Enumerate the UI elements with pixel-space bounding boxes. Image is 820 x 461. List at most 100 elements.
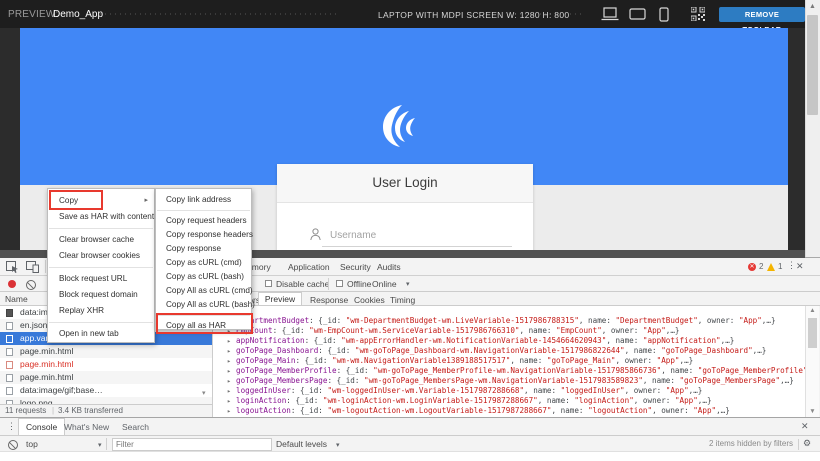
tab-cookies[interactable]: Cookies <box>354 295 385 305</box>
json-scroll-thumb[interactable] <box>808 318 817 348</box>
image-file-icon <box>6 309 13 317</box>
tab-search[interactable]: Search <box>122 422 149 432</box>
summary-divider: | <box>52 405 54 417</box>
menu-item-clear-cookies[interactable]: Clear browser cookies <box>48 248 154 264</box>
menu-item-copy-as-curl-cmd[interactable]: Copy as cURL (cmd) <box>156 256 251 270</box>
screenshot-root: PREVIEW: Demo_App LAPTOP WITH MDPI SCREE… <box>0 0 820 461</box>
menu-item-copy-all-as-curl-bash[interactable]: Copy All as cURL (bash) <box>156 298 251 312</box>
throttling-caret-icon[interactable]: ▾ <box>406 280 410 288</box>
file-icon <box>6 387 13 395</box>
device-toolbar-icon[interactable] <box>26 261 39 273</box>
laptop-icon[interactable] <box>601 7 619 22</box>
file-icon <box>6 348 13 356</box>
file-icon <box>6 374 13 382</box>
request-count: 11 requests <box>5 405 46 417</box>
menu-item-clear-cache[interactable]: Clear browser cache <box>48 232 154 248</box>
preview-label: PREVIEW: <box>8 9 58 20</box>
annotation-highlight-copy-all-as-har <box>156 313 253 334</box>
hidden-items-info: 2 items hidden by filters <box>0 439 793 448</box>
offline-checkbox[interactable] <box>336 280 343 287</box>
menu-separator <box>49 322 153 323</box>
menu-item-save-har[interactable]: Save as HAR with content <box>48 209 154 225</box>
file-icon <box>6 361 13 369</box>
json-line[interactable]: ▸goToPage_Dashboard: {_id: "wm-goToPage_… <box>213 346 805 356</box>
json-scroll-up-icon[interactable]: ▲ <box>806 307 819 314</box>
app-name: Demo_App <box>53 9 103 20</box>
json-line[interactable]: ▸loggedInUser: {_id: "wm-loggedInUser-wm… <box>213 386 805 396</box>
tab-application[interactable]: Application <box>288 262 330 272</box>
disable-cache-checkbox[interactable] <box>265 280 272 287</box>
menu-separator <box>49 267 153 268</box>
error-badge-icon[interactable]: ✕ <box>748 263 756 271</box>
json-line[interactable]: ▸logoutAction: {_id: "wm-logoutAction-wm… <box>213 406 805 416</box>
preview-toolbar: PREVIEW: Demo_App LAPTOP WITH MDPI SCREE… <box>0 0 805 28</box>
login-title: User Login <box>277 164 533 202</box>
menu-item-copy-response[interactable]: Copy response <box>156 242 251 256</box>
warning-count[interactable]: 1 <box>778 262 782 271</box>
json-line[interactable]: ▸goToPage_MemberProfile: {_id: "wm-goToP… <box>213 366 805 376</box>
request-row[interactable]: data:image/gif;base… <box>0 384 212 397</box>
tab-console[interactable]: Console <box>18 418 65 435</box>
request-row-error[interactable]: page.min.html <box>0 358 212 371</box>
record-network-log-icon[interactable] <box>8 280 16 288</box>
copy-submenu: Copy link address Copy request headers C… <box>155 188 252 330</box>
inspect-element-icon[interactable] <box>6 261 19 273</box>
name-column-header[interactable]: Name <box>5 294 28 304</box>
menu-item-copy-request-headers[interactable]: Copy request headers <box>156 214 251 228</box>
throttling-dropdown[interactable]: Online <box>372 279 397 289</box>
tab-security[interactable]: Security <box>340 262 371 272</box>
canvas-left-margin <box>0 28 20 258</box>
json-line[interactable]: ▸DepartmentBudget: {_id: "wm-DepartmentB… <box>213 316 805 326</box>
clear-network-icon[interactable] <box>26 280 36 290</box>
tab-whats-new[interactable]: What's New <box>64 422 109 432</box>
menu-item-block-domain[interactable]: Block request domain <box>48 287 154 303</box>
scrollbar-up-arrow[interactable]: ▲ <box>805 1 820 13</box>
json-line[interactable]: ▸goToPage_MembersPage: {_id: "wm-goToPag… <box>213 376 805 386</box>
json-line[interactable]: ▸EmpCount: {_id: "wm-EmpCount-wm.Service… <box>213 326 805 336</box>
json-line[interactable]: ▸loginAction: {_id: "wm-loginAction-wm.L… <box>213 396 805 406</box>
username-underline <box>322 246 512 247</box>
transferred-size: 3.4 KB transferred <box>58 405 123 417</box>
request-row[interactable]: page.min.html <box>0 371 212 384</box>
menu-item-open-new-tab[interactable]: Open in new tab <box>48 326 154 342</box>
menu-item-copy-link-address[interactable]: Copy link address <box>156 193 251 207</box>
json-line[interactable]: ▸goToPage_Main: {_id: "wm-wm.NavigationV… <box>213 356 805 366</box>
console-settings-gear-icon[interactable]: ⚙ <box>803 438 811 449</box>
menu-item-copy-as-curl-bash[interactable]: Copy as cURL (bash) <box>156 270 251 284</box>
tab-response[interactable]: Response <box>310 295 348 305</box>
menu-item-copy-all-as-curl-cmd[interactable]: Copy All as cURL (cmd) <box>156 284 251 298</box>
error-count[interactable]: 2 <box>759 262 763 271</box>
toolbar-divider <box>45 260 46 273</box>
wavemaker-logo <box>382 103 426 149</box>
tab-audits[interactable]: Audits <box>377 262 401 272</box>
filelist-scroll-down-icon[interactable]: ▾ <box>202 389 206 397</box>
toolbar-divider <box>328 278 329 290</box>
file-icon <box>6 322 13 330</box>
menu-item-copy-response-headers[interactable]: Copy response headers <box>156 228 251 242</box>
phone-icon[interactable] <box>659 7 669 22</box>
tablet-icon[interactable] <box>629 7 647 22</box>
drawer-close-icon[interactable]: ✕ <box>801 421 809 432</box>
json-scroll-down-icon[interactable]: ▼ <box>806 408 819 415</box>
json-line[interactable]: ▸appNotification: {_id: "wm-appErrorHand… <box>213 336 805 346</box>
menu-item-replay-xhr[interactable]: Replay XHR <box>48 303 154 319</box>
drawer-menu-icon[interactable]: ⋮ <box>7 421 16 432</box>
request-row[interactable]: page.min.html <box>0 345 212 358</box>
file-icon <box>6 335 13 343</box>
menu-separator <box>49 228 153 229</box>
remove-toolbar-button[interactable]: REMOVE TOOLBAR <box>719 7 805 22</box>
tab-timing[interactable]: Timing <box>390 295 415 305</box>
warning-badge-icon[interactable] <box>767 263 775 271</box>
devtools-close-icon[interactable]: ✕ <box>796 261 804 272</box>
user-icon <box>310 228 321 241</box>
scrollbar-thumb[interactable] <box>807 15 818 115</box>
submenu-arrow-icon: ▸ <box>144 193 148 209</box>
menu-item-block-url[interactable]: Block request URL <box>48 271 154 287</box>
devtools-menu-icon[interactable]: ⋮ <box>787 260 796 271</box>
tab-preview-active[interactable]: Preview <box>258 292 302 306</box>
request-row[interactable]: logo.png <box>0 397 212 404</box>
toolbar-texture <box>100 13 340 15</box>
device-info-label: LAPTOP WITH MDPI SCREEN W: 1280 H: 800 <box>378 10 569 20</box>
username-field[interactable]: Username <box>330 230 376 241</box>
qr-code-icon[interactable] <box>691 7 705 22</box>
